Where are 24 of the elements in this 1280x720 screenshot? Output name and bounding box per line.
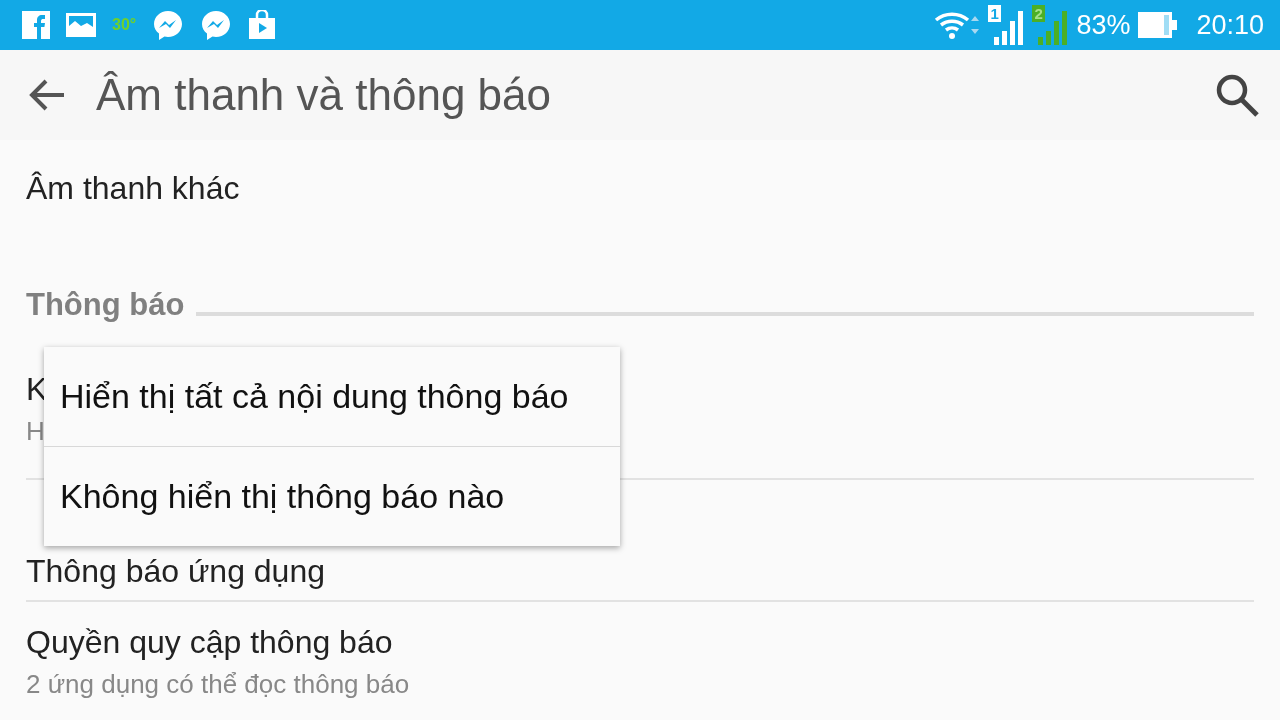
section-header: Thông báo (26, 287, 185, 323)
chat-bubble-icon (152, 9, 185, 41)
back-arrow-icon[interactable] (28, 78, 66, 112)
facebook-icon (22, 11, 50, 39)
chat-bubble-icon (200, 9, 233, 41)
shopping-bag-icon (248, 10, 277, 40)
temperature: 30° (112, 16, 137, 34)
settings-item[interactable]: Âm thanh khác (26, 140, 1254, 250)
clock: 20:10 (1196, 9, 1264, 41)
item-title: Thông báo ứng dụng (26, 553, 325, 590)
item-title: Âm thanh khác (26, 170, 240, 207)
menu-option[interactable]: Không hiển thị thông báo nào (44, 446, 620, 546)
item-title: Quyền quy cập thông báo (26, 624, 393, 661)
wifi-icon (934, 10, 981, 40)
image-icon (66, 13, 96, 37)
battery-percentage: 83% (1076, 9, 1131, 41)
item-subtitle: H (26, 416, 45, 447)
item-subtitle: 2 ứng dụng có thể đọc thông báo (26, 669, 410, 700)
sim-number: 2 (1032, 5, 1045, 22)
screen-title: Âm thanh và thông báo (96, 70, 552, 120)
search-icon[interactable] (1214, 72, 1260, 118)
settings-item[interactable]: Quyền quy cập thông báo 2 ứng dụng có thể đọc thông báo (26, 600, 1254, 720)
battery-icon (1138, 12, 1179, 38)
sim-number: 1 (988, 5, 1001, 22)
